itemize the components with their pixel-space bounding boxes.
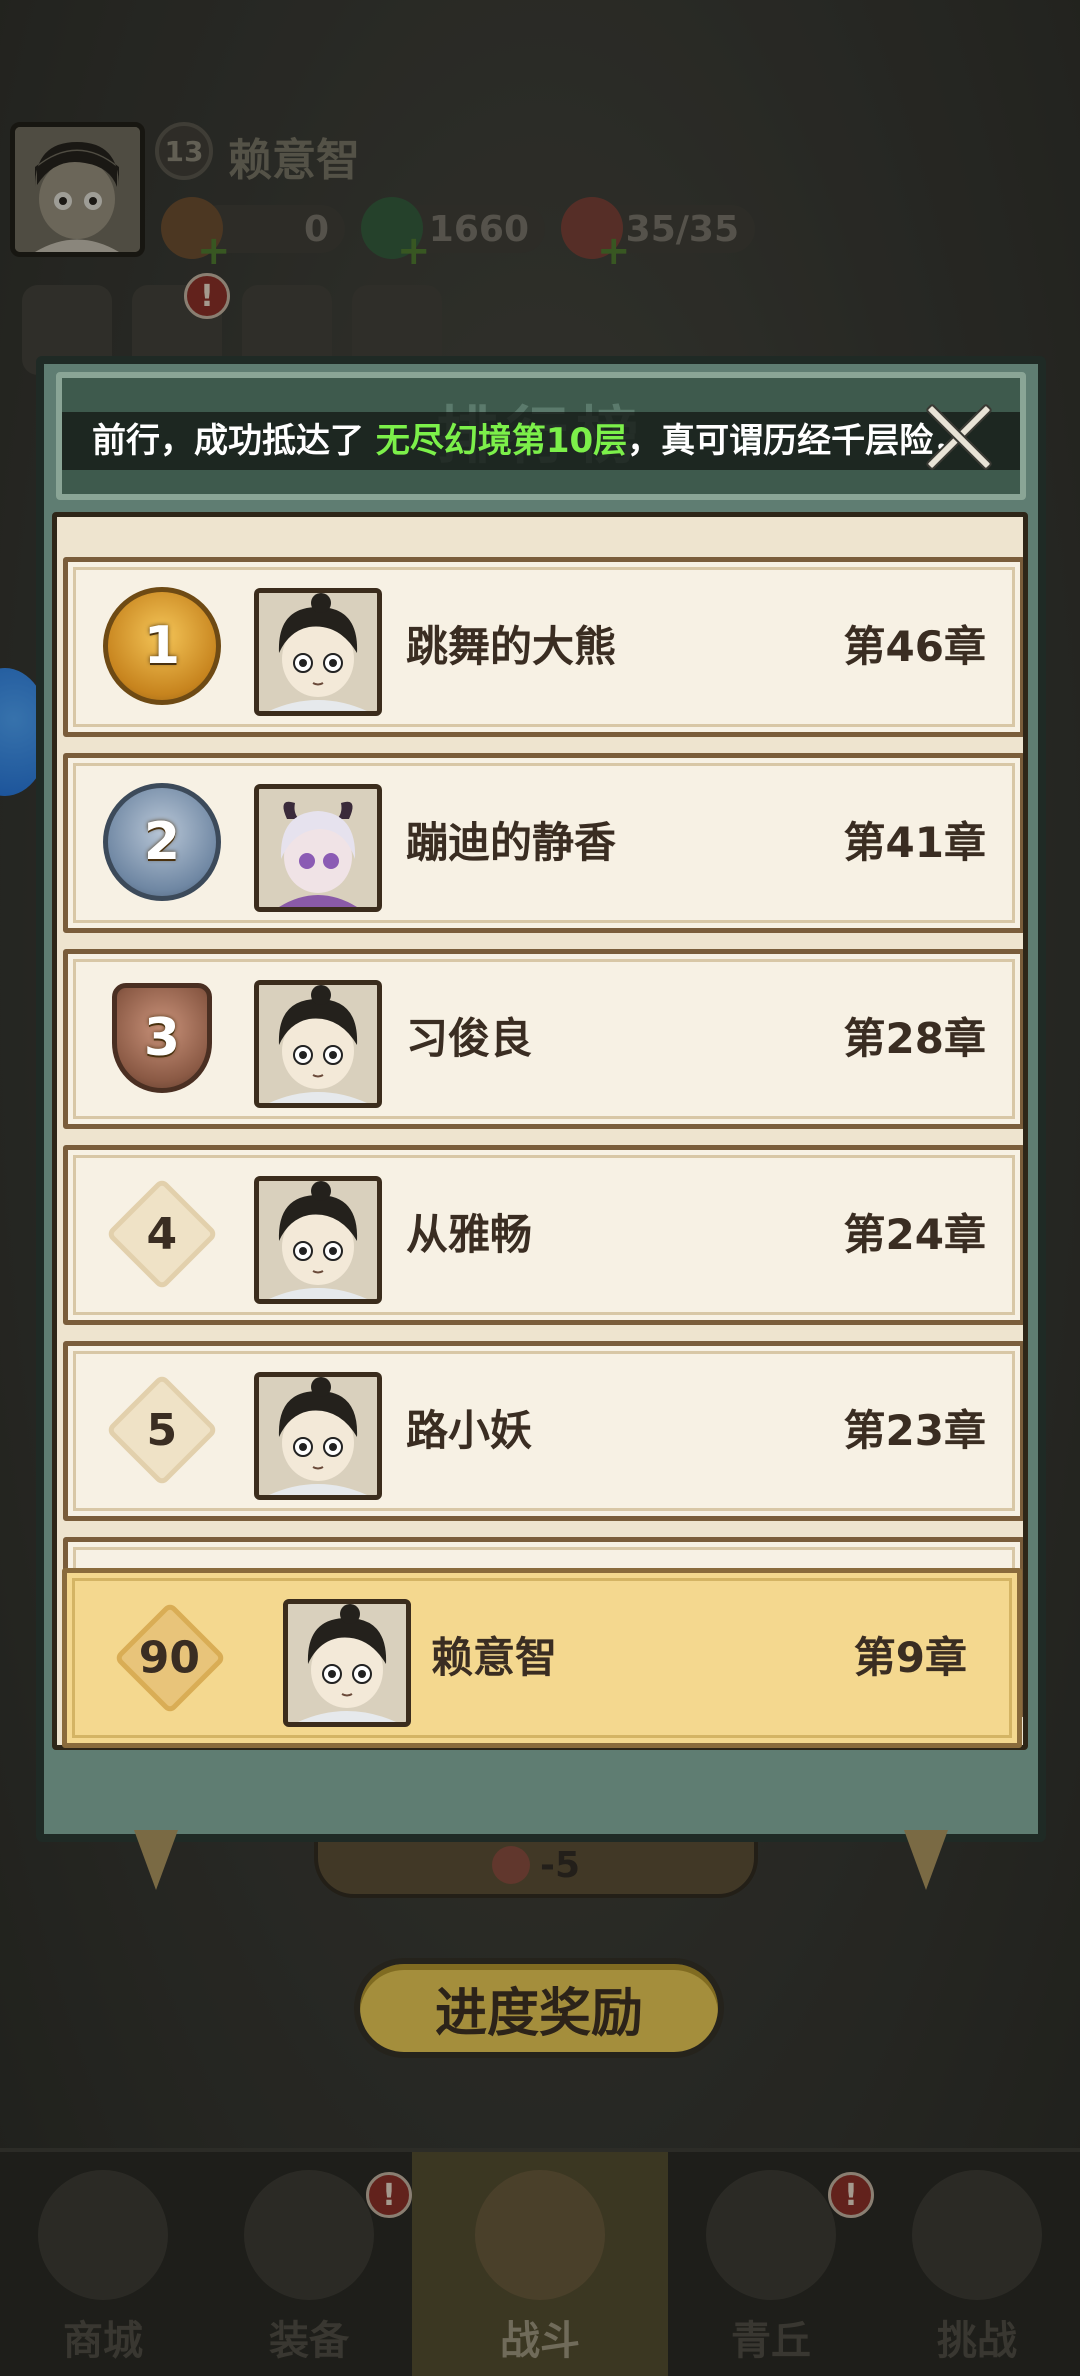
boy-topknot-avatar-icon	[259, 593, 377, 711]
my-chapter-progress: 第9章	[853, 1633, 967, 1682]
chapter-progress: 第23章	[843, 1406, 986, 1455]
chapter-progress: 第28章	[843, 1014, 986, 1063]
leaderboard-row[interactable]: 5 路小妖 第23章	[63, 1341, 1023, 1521]
chapter-progress: 第41章	[843, 818, 986, 867]
close-button[interactable]	[918, 394, 998, 474]
rank-badge: 90	[113, 1601, 227, 1715]
avatar[interactable]	[254, 1372, 382, 1500]
rank-number: 5	[146, 1404, 178, 1456]
frame-ornament	[904, 1830, 948, 1890]
bronze-medal-icon: 3	[112, 983, 212, 1093]
rank-badge: 2	[102, 782, 222, 902]
leaderboard-row[interactable]: 1 跳舞的大熊 第46章	[63, 557, 1023, 737]
rank-badge: 4	[102, 1174, 222, 1294]
rank-number: 4	[146, 1208, 178, 1260]
chapter-progress: 第24章	[843, 1210, 986, 1259]
silver-medal-icon: 2	[103, 783, 221, 901]
leaderboard-row[interactable]: 2 蹦迪的静香 第41章	[63, 753, 1023, 933]
player-name: 跳舞的大熊	[406, 622, 617, 671]
my-name: 赖意智	[431, 1633, 558, 1682]
leaderboard-row[interactable]: 4 从雅畅 第24章	[63, 1145, 1023, 1325]
leaderboard-list[interactable]: 1 跳舞的大熊 第46章 2 蹦迪的静香 第41章 3 习俊良 第28章 4 从…	[52, 512, 1028, 1750]
avatar[interactable]	[254, 588, 382, 716]
boy-topknot-avatar-icon	[259, 985, 377, 1103]
rank-diamond-icon: 5	[105, 1373, 219, 1487]
avatar[interactable]	[254, 1176, 382, 1304]
rank-diamond-icon: 90	[113, 1601, 227, 1715]
rank-badge: 1	[102, 586, 222, 706]
marquee-highlight: 无尽幻境第10层	[375, 421, 628, 461]
marquee-suffix: ，真可谓历经千层险，	[627, 421, 968, 461]
player-name: 蹦迪的静香	[406, 818, 617, 867]
my-rank-row[interactable]: 90 赖意智 第9章	[62, 1568, 1022, 1748]
gold-medal-icon: 1	[103, 587, 221, 705]
my-avatar[interactable]	[283, 1599, 411, 1727]
rank-badge: 3	[102, 978, 222, 1098]
leaderboard-row[interactable]: 3 习俊良 第28章	[63, 949, 1023, 1129]
rank-badge: 5	[102, 1370, 222, 1490]
announcement-marquee: 前行，成功抵达了 无尽幻境第10层，真可谓历经千层险，	[62, 412, 1020, 470]
avatar[interactable]	[254, 784, 382, 912]
player-name: 从雅畅	[406, 1210, 533, 1259]
marquee-prefix: 前行，成功抵达了	[92, 421, 364, 461]
boy-topknot-avatar-icon	[259, 1181, 377, 1299]
rank-diamond-icon: 4	[105, 1177, 219, 1291]
my-rank-number: 90	[139, 1632, 201, 1684]
player-name: 习俊良	[406, 1014, 533, 1063]
chapter-progress: 第46章	[843, 622, 986, 671]
player-name: 路小妖	[406, 1406, 533, 1455]
leaderboard-title-bar: 排行榜 前行，成功抵达了 无尽幻境第10层，真可谓历经千层险，	[56, 372, 1026, 500]
boy-topknot-avatar-icon	[259, 1377, 377, 1495]
boy-topknot-avatar-icon	[288, 1604, 406, 1722]
avatar[interactable]	[254, 980, 382, 1108]
frame-ornament	[134, 1830, 178, 1890]
horned-girl-avatar-icon	[259, 789, 377, 907]
